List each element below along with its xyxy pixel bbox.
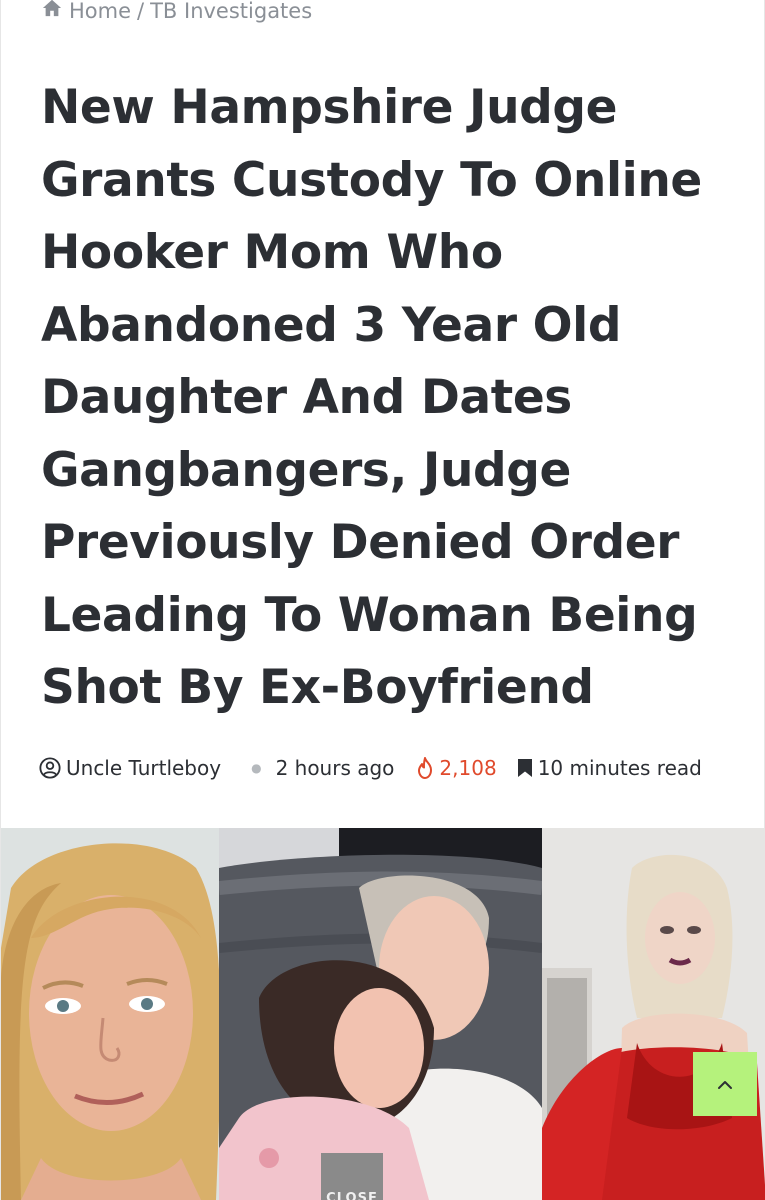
author-name: Uncle Turtleboy: [66, 756, 222, 780]
read-time: 10 minutes read: [517, 756, 702, 780]
featured-image: [1, 828, 765, 1200]
views-count: 2,108: [416, 756, 497, 780]
post-time: 2 hours ago: [275, 756, 395, 780]
image-panel-children: [219, 828, 542, 1200]
views-value: 2,108: [439, 756, 497, 780]
scroll-to-top-button[interactable]: [693, 1052, 757, 1116]
fire-icon: [416, 757, 434, 779]
bookmark-icon: [517, 758, 533, 778]
read-time-value: 10 minutes read: [537, 756, 702, 780]
close-ad-button[interactable]: CLOSE: [321, 1153, 383, 1200]
breadcrumb-home-link[interactable]: Home: [69, 0, 131, 23]
meta-separator-dot: ●: [251, 761, 262, 775]
breadcrumb-separator: /: [137, 0, 145, 23]
image-panel-mother: [542, 828, 765, 1200]
user-circle-icon: [39, 757, 61, 779]
home-icon: [41, 0, 63, 23]
article-meta: Uncle Turtleboy ● 2 hours ago 2,108 10 m…: [39, 752, 702, 784]
author-link[interactable]: Uncle Turtleboy: [39, 756, 221, 780]
chevron-up-icon: [717, 1075, 733, 1094]
image-panel-judge: [1, 828, 219, 1200]
breadcrumb-section-link[interactable]: TB Investigates: [150, 0, 312, 23]
article-page: Home / TB Investigates New Hampshire Jud…: [0, 0, 765, 1200]
article-title: New Hampshire Judge Grants Custody To On…: [41, 80, 702, 715]
breadcrumb: Home / TB Investigates: [41, 0, 312, 23]
